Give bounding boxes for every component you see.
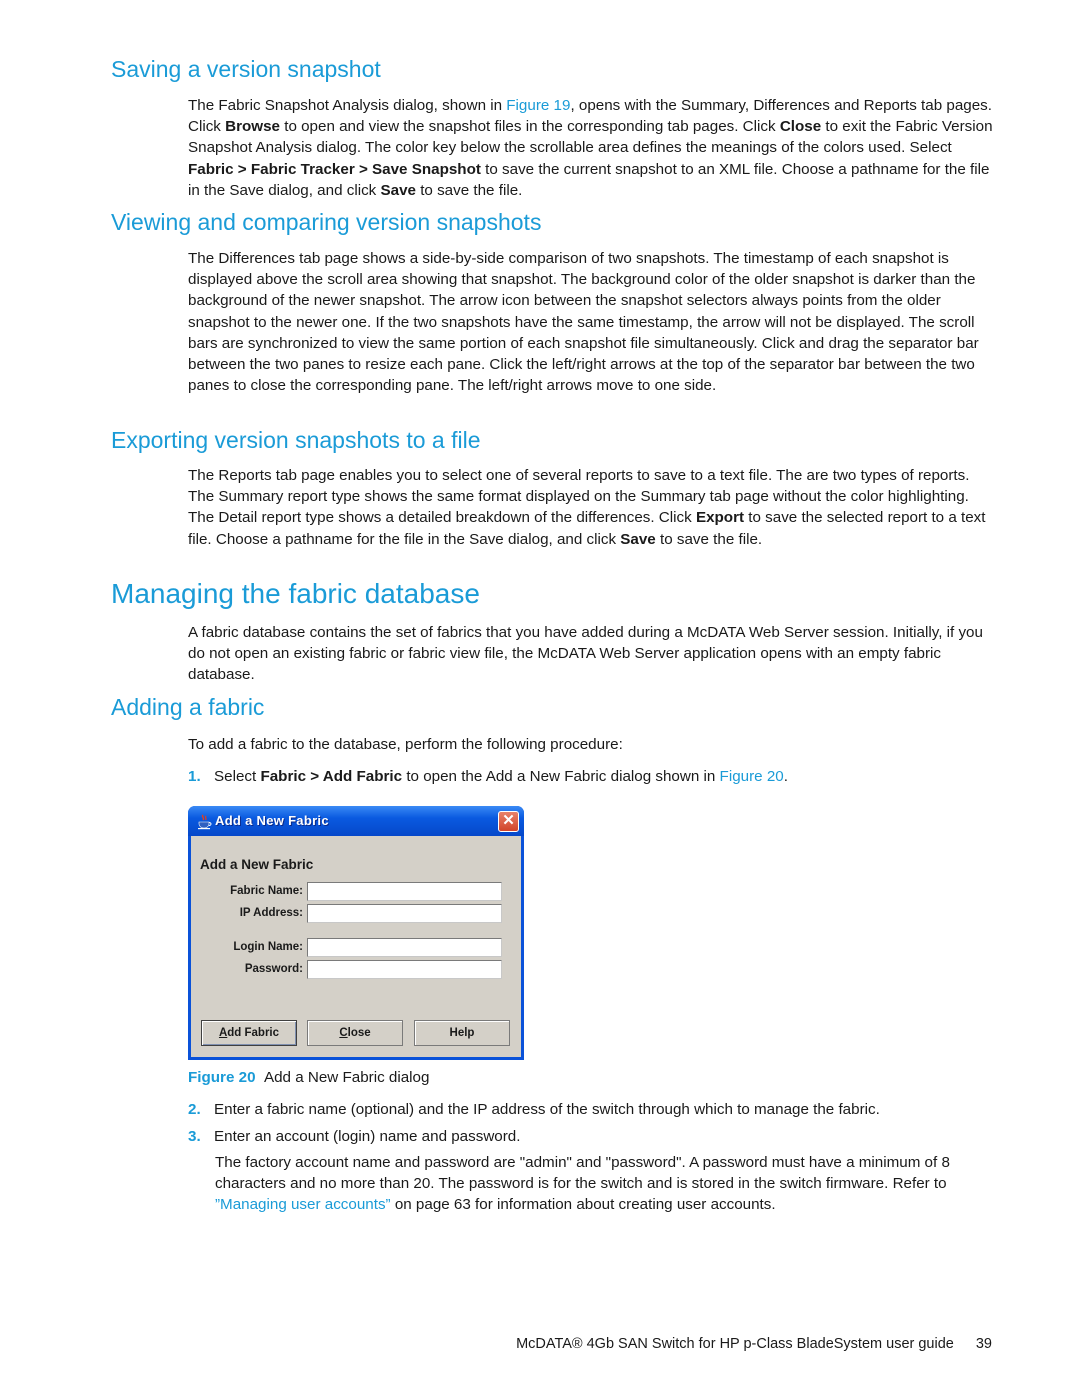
link-figure-20[interactable]: Figure 20	[720, 768, 784, 785]
step-number: 3.	[188, 1128, 201, 1145]
figure-label: Figure 20	[188, 1069, 256, 1086]
paragraph-saving-snapshot: The Fabric Snapshot Analysis dialog, sho…	[188, 95, 993, 201]
login-name-input[interactable]	[307, 938, 502, 957]
paragraph-managing-fabric-database: A fabric database contains the set of fa…	[188, 624, 983, 684]
dialog-titlebar[interactable]: Add a New Fabric ✕	[188, 806, 524, 836]
text: .	[783, 768, 788, 785]
heading-viewing-snapshots: Viewing and comparing version snapshots	[111, 209, 542, 235]
button-label: dd Fabric	[227, 1027, 280, 1039]
button-label: lose	[347, 1027, 371, 1039]
close-icon[interactable]: ✕	[498, 811, 519, 832]
dialog-body: Add a New Fabric Fabric Name: IP Address…	[191, 836, 521, 1057]
figure-caption: Figure 20 Add a New Fabric dialog	[188, 1069, 429, 1086]
ui-term-close: Close	[779, 118, 822, 136]
menu-path-save-snapshot: Fabric > Fabric Tracker > Save Snapshot	[188, 160, 481, 178]
text: The Fabric Snapshot Analysis dialog, sho…	[188, 97, 507, 114]
text: The factory account name and password ar…	[215, 1154, 950, 1193]
paragraph-exporting-snapshots: The Reports tab page enables you to sele…	[188, 465, 993, 550]
figure-caption-text: Add a New Fabric dialog	[263, 1069, 430, 1086]
password-input[interactable]	[307, 960, 502, 979]
menu-path-add-fabric: Fabric > Add Fabric	[260, 768, 403, 785]
add-new-fabric-dialog: Add a New Fabric ✕ Add a New Fabric Fabr…	[188, 806, 524, 1060]
close-button[interactable]: Close	[307, 1020, 403, 1046]
text: Enter a fabric name (optional) and the I…	[214, 1101, 880, 1118]
ip-address-input[interactable]	[307, 904, 502, 923]
login-name-label: Login Name:	[233, 941, 303, 953]
dialog-title: Add a New Fabric	[215, 813, 329, 828]
step-number: 2.	[188, 1101, 201, 1118]
page-footer: McDATA® 4Gb SAN Switch for HP p-Class Bl…	[516, 1336, 992, 1352]
ui-term-browse: Browse	[225, 118, 280, 136]
dialog-heading: Add a New Fabric	[200, 857, 314, 872]
password-label: Password:	[244, 963, 303, 975]
fabric-name-input[interactable]	[307, 882, 502, 901]
help-button[interactable]: Help	[414, 1020, 510, 1046]
heading-adding-fabric: Adding a fabric	[111, 694, 265, 720]
ui-term-save: Save	[380, 181, 416, 199]
text: to open the Add a New Fabric dialog show…	[402, 768, 720, 785]
step-2: 2. Enter a fabric name (optional) and the…	[188, 1099, 993, 1120]
mnemonic: C	[339, 1027, 348, 1039]
step-number: 1.	[188, 768, 201, 785]
link-figure-19[interactable]: Figure 19	[506, 97, 570, 114]
text: to save the file.	[415, 181, 523, 199]
text: Select	[214, 768, 261, 785]
heading-saving-snapshot: Saving a version snapshot	[111, 56, 381, 82]
step-3: 3. Enter an account (login) name and pass…	[188, 1126, 993, 1147]
add-fabric-button[interactable]: Add Fabric	[201, 1020, 297, 1046]
text: to save the file.	[655, 530, 763, 548]
text: Enter an account (login) name and passwo…	[214, 1128, 521, 1145]
paragraph-factory-account-note: The factory account name and password ar…	[215, 1152, 995, 1216]
link-managing-user-accounts[interactable]: ”Managing user accounts”	[215, 1196, 391, 1213]
heading-exporting-snapshots: Exporting version snapshots to a file	[111, 427, 481, 453]
ui-term-save: Save	[620, 530, 656, 548]
text: to open and view the snapshot files in t…	[280, 118, 780, 136]
ui-term-export: Export	[695, 509, 745, 527]
heading-managing-fabric-database: Managing the fabric database	[111, 578, 480, 609]
java-coffee-icon	[198, 814, 212, 830]
step-1: 1. Select Fabric > Add Fabric to open the…	[188, 766, 993, 787]
ip-address-label: IP Address:	[239, 907, 303, 919]
fabric-name-label: Fabric Name:	[230, 885, 303, 897]
guide-title: McDATA® 4Gb SAN Switch for HP p-Class Bl…	[516, 1336, 954, 1352]
page-number: 39	[975, 1336, 992, 1352]
paragraph-adding-intro: To add a fabric to the database, perform…	[188, 736, 623, 753]
text: on page 63 for information about creatin…	[390, 1196, 776, 1214]
paragraph-viewing-snapshots: The Differences tab page shows a side-by…	[188, 250, 979, 395]
